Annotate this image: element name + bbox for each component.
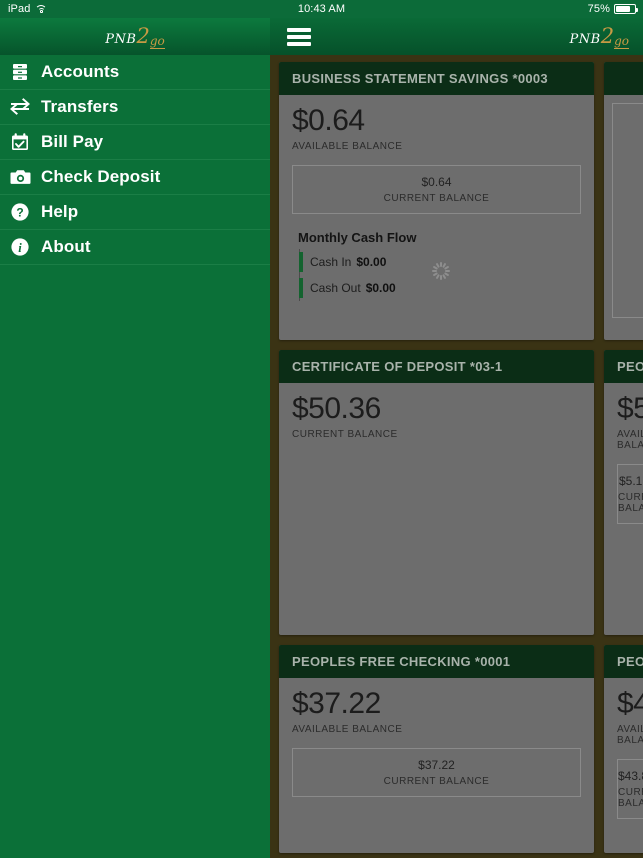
account-card-peoples-savings[interactable]: PEOPLES SAVINGS *0002 $5.17 AVAILABLE BA…	[604, 350, 643, 635]
svg-text:i: i	[18, 241, 22, 255]
sidebar-item-label: Check Deposit	[41, 167, 161, 186]
status-bar-clock: 10:43 AM	[297, 3, 346, 15]
sidebar-item-check-deposit[interactable]: Check Deposit	[0, 160, 270, 195]
accounts-content-pane[interactable]: BUSINESS STATEMENT SAVINGS *0003 $0.64 A…	[270, 55, 643, 858]
current-balance-label: CURRENT BALANCE	[618, 492, 643, 514]
available-balance-label: AVAILABLE BALANCE	[617, 724, 643, 746]
sidebar-item-about[interactable]: i About	[0, 230, 270, 265]
app-root: iPad 10:43 AM 75% PNB2go PNB2go Accounts…	[0, 0, 643, 858]
account-row-2: CERTIFICATE OF DEPOSIT *03-1 $50.36 CURR…	[279, 350, 643, 635]
calendar-check-icon	[9, 131, 31, 153]
available-balance-label: AVAILABLE BALANCE	[617, 429, 643, 451]
card-header: CERTIFICATE OF DEPOSIT *03-1	[279, 350, 594, 383]
account-card-certificate-of-deposit[interactable]: CERTIFICATE OF DEPOSIT *03-1 $50.36 CURR…	[279, 350, 594, 635]
sidebar-item-label: Accounts	[41, 62, 120, 81]
question-mark-circle-icon: ?	[9, 201, 31, 223]
navbar-left-pane: PNB2go	[0, 18, 270, 55]
card-body: $37.22 AVAILABLE BALANCE $37.22 CURRENT …	[279, 678, 594, 853]
card-header: PEOPLES FREE CHECKING *0001	[279, 645, 594, 678]
monthly-cash-flow-section: Monthly Cash Flow Cash In $0.00 Cash Out	[292, 230, 581, 301]
card-header: PEOPLES CHECKING *0004	[604, 645, 643, 678]
current-balance-label: CURRENT BALANCE	[618, 787, 643, 809]
logo-pnb-text: PNB	[105, 32, 137, 47]
sidebar-item-accounts[interactable]: Accounts	[0, 55, 270, 90]
ios-status-bar: iPad 10:43 AM 75%	[0, 0, 643, 18]
hamburger-menu-icon[interactable]	[287, 27, 311, 46]
card-header: PEOPLES SAVINGS *0002	[604, 350, 643, 383]
loading-spinner-icon	[432, 262, 450, 280]
account-title: PEOPLES SAVINGS *0002	[617, 359, 643, 374]
status-bar-right: 75%	[588, 3, 643, 15]
transfer-arrows-icon	[9, 96, 31, 118]
accounts-drawer-icon	[9, 61, 31, 83]
svg-text:?: ?	[16, 206, 23, 220]
account-title: BUSINESS STATEMENT SAVINGS *0003	[292, 71, 548, 86]
current-balance-amount: $37.22	[418, 758, 455, 772]
available-balance-amount: $37.22	[292, 687, 381, 720]
card-body: $50.36 CURRENT BALANCE	[279, 383, 594, 635]
navbar-right-pane: PNB2go	[270, 18, 643, 55]
battery-icon	[614, 4, 638, 14]
info-circle-icon: i	[9, 236, 31, 258]
available-balance-amount: $0.64	[292, 104, 365, 137]
app-logo-left: PNB2go	[105, 24, 165, 49]
available-balance-label: AVAILABLE BALANCE	[292, 724, 403, 735]
top-navigation-bar: PNB2go PNB2go	[0, 18, 643, 55]
current-balance-label: CURRENT BALANCE	[383, 776, 490, 787]
logo-go-text: go	[149, 34, 165, 49]
account-title: CERTIFICATE OF DEPOSIT *03-1	[292, 359, 503, 374]
current-balance-box: $5.17 CURRENT BALANCE	[617, 464, 643, 524]
account-title: PEOPLES FREE CHECKING *0001	[292, 654, 511, 669]
account-title: PEOPLES CHECKING *0004	[617, 654, 643, 669]
current-balance-label: CURRENT BALANCE	[292, 429, 398, 440]
sidebar-item-help[interactable]: ? Help	[0, 195, 270, 230]
sidebar-item-transfers[interactable]: Transfers	[0, 90, 270, 125]
account-card-business-statement-savings[interactable]: BUSINESS STATEMENT SAVINGS *0003 $0.64 A…	[279, 62, 594, 340]
cash-in-label: Cash In	[310, 255, 352, 269]
available-balance-amount: $5.17	[617, 392, 643, 425]
sidebar-item-bill-pay[interactable]: Bill Pay	[0, 125, 270, 160]
account-card-peoples-free-checking[interactable]: PEOPLES FREE CHECKING *0001 $37.22 AVAIL…	[279, 645, 594, 853]
sidebar-item-label: Help	[41, 202, 79, 221]
logo-two-text: 2	[136, 24, 150, 48]
available-balance-amount: $43.80	[617, 687, 643, 720]
sidebar-item-label: Bill Pay	[41, 132, 104, 151]
sidebar-item-label: Transfers	[41, 97, 119, 116]
account-row-3: PEOPLES FREE CHECKING *0001 $37.22 AVAIL…	[279, 645, 643, 853]
cash-out-bar	[299, 278, 303, 298]
card-header	[604, 62, 643, 95]
current-balance-amount: $43.80	[618, 769, 643, 783]
current-balance-amount: $0.64	[421, 175, 452, 189]
camera-icon	[9, 166, 31, 188]
card-body: $5.17 AVAILABLE BALANCE $5.17 CURRENT BA…	[604, 383, 643, 635]
logo-two-text: 2	[600, 24, 615, 48]
battery-percent-label: 75%	[587, 3, 610, 15]
current-balance-amount: $50.36	[292, 392, 381, 425]
account-card-peoples-checking[interactable]: PEOPLES CHECKING *0004 $43.80 AVAILABLE …	[604, 645, 643, 853]
sidebar-item-label: About	[41, 237, 91, 256]
card-header: BUSINESS STATEMENT SAVINGS *0003	[279, 62, 594, 95]
account-row-1: BUSINESS STATEMENT SAVINGS *0003 $0.64 A…	[279, 62, 643, 340]
card-body: $43.80 AVAILABLE BALANCE $43.80 CURRENT …	[604, 678, 643, 853]
cash-in-value: $0.00	[356, 255, 387, 269]
cash-out-value: $0.00	[365, 281, 396, 295]
cash-out-label: Cash Out	[310, 281, 361, 295]
current-balance-box: $37.22 CURRENT BALANCE	[292, 748, 581, 797]
app-logo-right: PNB2go	[569, 24, 629, 49]
cash-in-bar	[299, 252, 303, 272]
logo-pnb-text: PNB	[569, 32, 601, 47]
card-body: $0.64 AVAILABLE BALANCE $0.64 CURRENT BA…	[279, 95, 594, 340]
card-body	[604, 95, 643, 340]
logo-go-text: go	[614, 34, 629, 49]
current-balance-box: $43.80 CURRENT BALANCE	[617, 759, 643, 819]
account-card-clipped-right-1[interactable]	[604, 62, 643, 340]
available-balance-label: AVAILABLE BALANCE	[292, 141, 403, 152]
sidebar-menu: Accounts Transfers Bill Pay Check Deposi…	[0, 55, 270, 858]
clipped-detail-box	[612, 103, 643, 318]
cash-flow-title: Monthly Cash Flow	[298, 230, 417, 245]
current-balance-box: $0.64 CURRENT BALANCE	[292, 165, 581, 214]
current-balance-label: CURRENT BALANCE	[383, 193, 490, 204]
current-balance-amount: $5.17	[618, 474, 643, 488]
